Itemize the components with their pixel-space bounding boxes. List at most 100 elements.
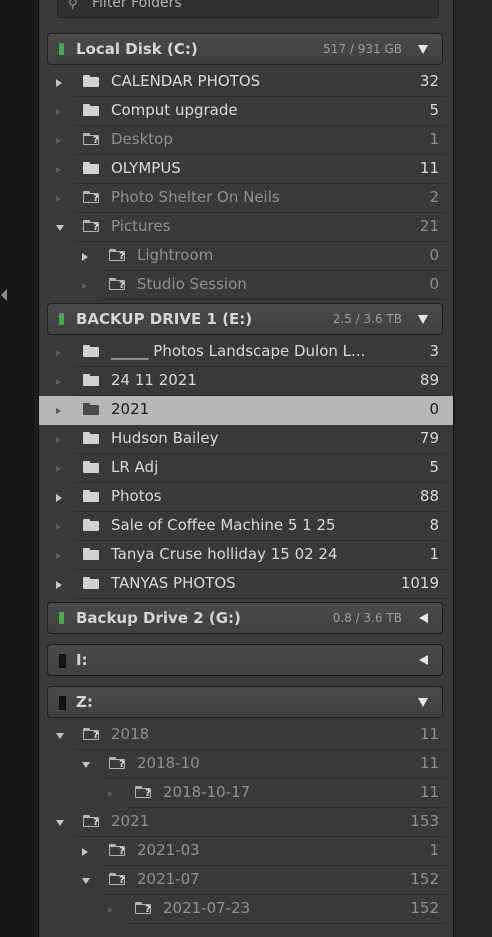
folder-count: 11 xyxy=(419,159,439,177)
collapse-left-panel-icon[interactable] xyxy=(1,289,7,301)
collapse-folder-icon[interactable] xyxy=(82,878,90,884)
folder-name: Tanya Cruse holliday 15 02 24 xyxy=(111,545,338,563)
folder-row[interactable]: ? 2018-10-17 11 xyxy=(39,779,453,808)
volume-capacity: 517 / 931 GB xyxy=(323,42,402,56)
missing-marker-icon: ? xyxy=(119,846,125,857)
folder-icon xyxy=(83,374,99,386)
volume-capacity: 2.5 / 3.6 TB xyxy=(332,312,402,326)
folder-icon-body xyxy=(83,550,99,560)
collapse-folder-icon[interactable] xyxy=(56,733,64,739)
missing-folder-icon: ? xyxy=(83,133,99,146)
disclosure-placeholder-icon xyxy=(56,408,61,414)
folder-row[interactable]: Sale of Coffee Machine 5 1 25 8 xyxy=(39,512,453,541)
folder-icon xyxy=(83,490,99,502)
missing-marker-icon: ? xyxy=(119,875,125,886)
folder-name: Studio Session xyxy=(137,275,247,293)
folder-row[interactable]: ? 2021 153 xyxy=(39,808,453,837)
volume-header[interactable]: BACKUP DRIVE 1 (E:) 2.5 / 3.6 TB xyxy=(47,303,443,335)
folder-name: 2021-07-23 xyxy=(163,899,251,917)
folder-row[interactable]: ? 2018-10 11 xyxy=(39,750,453,779)
row-divider xyxy=(127,923,447,924)
disclosure-placeholder-icon xyxy=(56,350,61,356)
folder-count: 79 xyxy=(419,429,439,447)
volume-status-led xyxy=(59,43,64,55)
missing-folder-icon: ? xyxy=(83,220,99,233)
volume-status-led xyxy=(59,313,64,325)
folder-icon xyxy=(83,577,99,589)
folder-row[interactable]: ? 2021-07-23 152 xyxy=(39,895,453,924)
missing-folder-icon: ? xyxy=(83,815,99,828)
folder-count: 2 xyxy=(429,188,439,206)
missing-marker-icon: ? xyxy=(119,251,125,262)
folder-count: 0 xyxy=(429,400,439,418)
volume-name: Local Disk (C:) xyxy=(76,40,198,58)
expand-volume-icon[interactable] xyxy=(419,613,428,623)
folder-count: 1 xyxy=(429,130,439,148)
folder-row[interactable]: CALENDAR PHOTOS 32 xyxy=(39,68,453,97)
folder-icon xyxy=(83,548,99,560)
folder-row[interactable]: Tanya Cruse holliday 15 02 24 1 xyxy=(39,541,453,570)
missing-folder-icon: ? xyxy=(83,191,99,204)
volume-status-led xyxy=(59,696,66,710)
folder-icon-body xyxy=(83,405,99,415)
volume-header[interactable]: Backup Drive 2 (G:) 0.8 / 3.6 TB xyxy=(47,602,443,634)
volume-header[interactable]: Local Disk (C:) 517 / 931 GB xyxy=(47,33,443,65)
folder-row[interactable]: ? 2021-07 152 xyxy=(39,866,453,895)
disclosure-placeholder-icon xyxy=(56,466,61,472)
folder-name: 24 11 2021 xyxy=(111,371,197,389)
expand-folder-icon[interactable] xyxy=(56,494,62,502)
collapse-folder-icon[interactable] xyxy=(56,820,64,826)
expand-volume-icon[interactable] xyxy=(419,655,428,665)
expand-folder-icon[interactable] xyxy=(82,848,88,856)
missing-marker-icon: ? xyxy=(93,193,99,204)
missing-marker-icon: ? xyxy=(145,788,151,799)
collapse-folder-icon[interactable] xyxy=(82,762,90,768)
folder-row[interactable]: _____ Photos Landscape Dulon L... 3 xyxy=(39,338,453,367)
folder-icon xyxy=(83,162,99,174)
folder-row[interactable]: ? 2021-03 1 xyxy=(39,837,453,866)
folders-panel: ⚲ Filter Folders Local Disk (C:) 517 / 93… xyxy=(38,0,454,937)
collapse-folder-icon[interactable] xyxy=(56,225,64,231)
folder-icon-body xyxy=(83,77,99,87)
folder-icon-body xyxy=(83,521,99,531)
folder-row[interactable]: Photos 88 xyxy=(39,483,453,512)
filter-folders-field[interactable]: ⚲ Filter Folders xyxy=(57,0,439,18)
collapse-volume-icon[interactable] xyxy=(418,45,428,54)
missing-marker-icon: ? xyxy=(93,730,99,741)
folder-row[interactable]: 24 11 2021 89 xyxy=(39,367,453,396)
search-icon: ⚲ xyxy=(68,0,78,12)
folder-row[interactable]: Comput upgrade 5 xyxy=(39,97,453,126)
volume-capacity: 0.8 / 3.6 TB xyxy=(332,611,402,625)
missing-marker-icon: ? xyxy=(145,904,151,915)
folder-count: 32 xyxy=(419,72,439,90)
folder-name: 2021 xyxy=(111,400,150,418)
folder-row[interactable]: ? Photo Shelter On Neils 2 xyxy=(39,184,453,213)
folder-row[interactable]: 2021 0 xyxy=(39,396,453,425)
folder-row[interactable]: OLYMPUS 11 xyxy=(39,155,453,184)
expand-folder-icon[interactable] xyxy=(56,581,62,589)
missing-marker-icon: ? xyxy=(93,817,99,828)
folder-row[interactable]: LR Adj 5 xyxy=(39,454,453,483)
folder-icon-body xyxy=(83,376,99,386)
folder-icon xyxy=(83,519,99,531)
collapse-volume-icon[interactable] xyxy=(418,698,428,707)
folder-count: 3 xyxy=(429,342,439,360)
folder-row[interactable]: ? Studio Session 0 xyxy=(39,271,453,300)
folder-icon xyxy=(83,432,99,444)
folder-row[interactable]: ? Desktop 1 xyxy=(39,126,453,155)
volume-header[interactable]: Z: xyxy=(47,686,443,718)
expand-folder-icon[interactable] xyxy=(56,79,62,87)
folder-icon-body xyxy=(83,347,99,357)
volume-header[interactable]: I: xyxy=(47,644,443,676)
folder-row[interactable]: Hudson Bailey 79 xyxy=(39,425,453,454)
folder-row[interactable]: ? Lightroom 0 xyxy=(39,242,453,271)
folder-row[interactable]: ? 2018 11 xyxy=(39,721,453,750)
folder-row[interactable]: ? Pictures 21 xyxy=(39,213,453,242)
collapse-volume-icon[interactable] xyxy=(418,315,428,324)
folder-row[interactable]: TANYAS PHOTOS 1019 xyxy=(39,570,453,599)
folder-name: Lightroom xyxy=(137,246,214,264)
expand-folder-icon[interactable] xyxy=(82,253,88,261)
folder-count: 1 xyxy=(429,841,439,859)
folder-icon xyxy=(83,75,99,87)
folder-count: 11 xyxy=(419,725,439,743)
